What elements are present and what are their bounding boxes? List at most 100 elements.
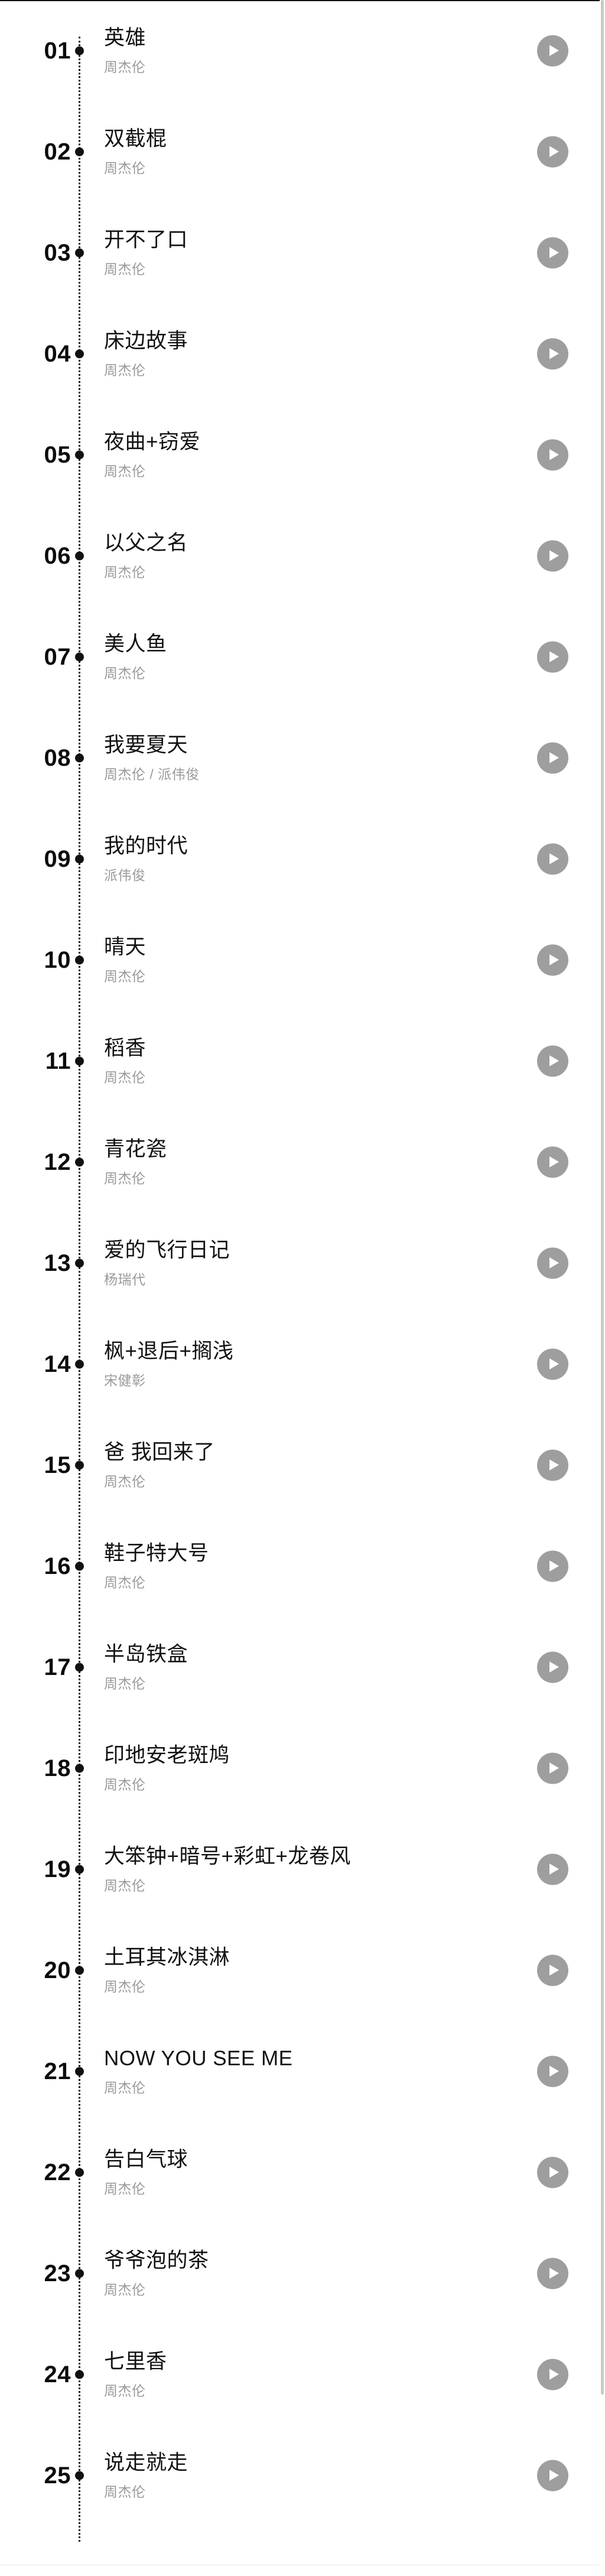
play-button[interactable] [537,742,568,773]
play-icon [546,1560,560,1573]
play-button[interactable] [537,2157,568,2188]
play-button[interactable] [537,1550,568,1582]
track-artist: 周杰伦 [104,1878,146,1894]
timeline-node-dot [75,1461,84,1469]
track-row[interactable]: 09 我的时代 派伟俊 [0,808,605,909]
vertical-scrollbar[interactable] [600,0,605,2576]
track-row[interactable]: 15 爸 我回来了 周杰伦 [0,1414,605,1515]
track-index: 18 [44,1755,71,1781]
track-info: 印地安老斑鸠 周杰伦 [104,1744,512,1793]
track-row[interactable]: 23 爷爷泡的茶 周杰伦 [0,2223,605,2324]
timeline-node-dot [75,46,84,55]
play-button[interactable] [537,641,568,672]
track-index: 22 [44,2159,71,2185]
track-row[interactable]: 16 鞋子特大号 周杰伦 [0,1515,605,1616]
play-icon [546,1257,560,1270]
track-artist: 周杰伦 [104,1474,146,1489]
timeline-node-dot [75,1663,84,1671]
timeline-node-dot [75,2269,84,2278]
timeline-node-dot [75,551,84,560]
track-row[interactable]: 18 印地安老斑鸠 周杰伦 [0,1718,605,1819]
track-row[interactable]: 13 爱的飞行日记 杨瑞代 [0,1212,605,1313]
timeline-node-dot [75,1966,84,1975]
play-button[interactable] [537,540,568,571]
play-icon [546,1055,560,1068]
play-icon [546,1661,560,1674]
play-icon [546,2469,560,2482]
track-artist: 周杰伦 [104,59,146,75]
play-button[interactable] [537,1651,568,1683]
play-button[interactable] [537,136,568,167]
track-title: 枫+退后+搁浅 [104,1339,234,1363]
play-button[interactable] [537,338,568,369]
track-title: 印地安老斑鸠 [104,1744,230,1767]
track-title: 大笨钟+暗号+彩虹+龙卷风 [104,1845,351,1868]
scrollbar-thumb[interactable] [601,0,604,2395]
track-info: 告白气球 周杰伦 [104,2148,512,2197]
track-row[interactable]: 25 说走就走 周杰伦 [0,2425,605,2526]
play-icon [546,1459,560,1472]
track-row[interactable]: 19 大笨钟+暗号+彩虹+龙卷风 周杰伦 [0,1819,605,1920]
play-icon [546,752,560,765]
play-button[interactable] [537,1954,568,1986]
track-row[interactable]: 04 床边故事 周杰伦 [0,303,605,404]
track-row[interactable]: 07 美人鱼 周杰伦 [0,606,605,707]
track-index: 17 [44,1654,71,1680]
track-info: 说走就走 周杰伦 [104,2451,512,2500]
track-row[interactable]: 24 七里香 周杰伦 [0,2324,605,2425]
play-button[interactable] [537,2460,568,2491]
track-info: 鞋子特大号 周杰伦 [104,1541,512,1591]
play-button[interactable] [537,35,568,66]
track-title: 土耳其冰淇淋 [104,1946,230,1969]
track-row[interactable]: 17 半岛铁盒 周杰伦 [0,1616,605,1718]
track-index: 24 [44,2361,71,2388]
track-info: 半岛铁盒 周杰伦 [104,1642,512,1692]
play-button[interactable] [537,1045,568,1076]
track-row[interactable]: 05 夜曲+窃爱 周杰伦 [0,404,605,505]
play-button[interactable] [537,439,568,470]
track-title: 以父之名 [104,531,188,555]
track-row[interactable]: 08 我要夏天 周杰伦 / 派伟俊 [0,707,605,808]
track-row[interactable]: 22 告白气球 周杰伦 [0,2122,605,2223]
play-button[interactable] [537,1853,568,1885]
play-button[interactable] [537,1247,568,1279]
play-button[interactable] [537,2359,568,2390]
track-row[interactable]: 03 开不了口 周杰伦 [0,202,605,303]
timeline-node-dot [75,248,84,257]
track-row[interactable]: 11 稻香 周杰伦 [0,1010,605,1111]
track-index: 08 [44,744,71,771]
track-row[interactable]: 14 枫+退后+搁浅 宋健彰 [0,1313,605,1414]
timeline-node-dot [75,1258,84,1267]
play-button[interactable] [537,843,568,874]
play-button[interactable] [537,1752,568,1784]
track-index: 06 [44,542,71,569]
track-title: 稻香 [104,1036,147,1060]
play-button[interactable] [537,1348,568,1380]
timeline-node-dot [75,652,84,661]
play-button[interactable] [537,2055,568,2087]
track-index: 10 [44,947,71,973]
track-info: 青花瓷 周杰伦 [104,1137,512,1186]
track-row[interactable]: 10 晴天 周杰伦 [0,909,605,1010]
track-row[interactable]: 02 双截棍 周杰伦 [0,101,605,202]
timeline-node-dot [75,955,84,964]
track-row[interactable]: 01 英雄 周杰伦 [0,0,605,101]
track-title: 我要夏天 [104,733,188,757]
play-button[interactable] [537,237,568,268]
track-artist: 周杰伦 [104,665,146,681]
track-row[interactable]: 12 青花瓷 周杰伦 [0,1111,605,1212]
play-button[interactable] [537,1146,568,1178]
track-row[interactable]: 20 土耳其冰淇淋 周杰伦 [0,1920,605,2021]
play-button[interactable] [537,2258,568,2289]
play-button[interactable] [537,944,568,975]
play-button[interactable] [537,1449,568,1481]
track-title: 半岛铁盒 [104,1642,188,1666]
track-row[interactable]: 21 NOW YOU SEE ME 周杰伦 [0,2021,605,2122]
track-artist: 周杰伦 [104,2080,146,2096]
timeline-node-dot [75,1562,84,1570]
track-index: 13 [44,1250,71,1276]
track-row[interactable]: 06 以父之名周杰伦 [0,505,605,606]
track-artist: 周杰伦 [104,362,146,378]
track-artist: 周杰伦 [104,564,146,580]
track-title: 我的时代 [104,834,188,858]
